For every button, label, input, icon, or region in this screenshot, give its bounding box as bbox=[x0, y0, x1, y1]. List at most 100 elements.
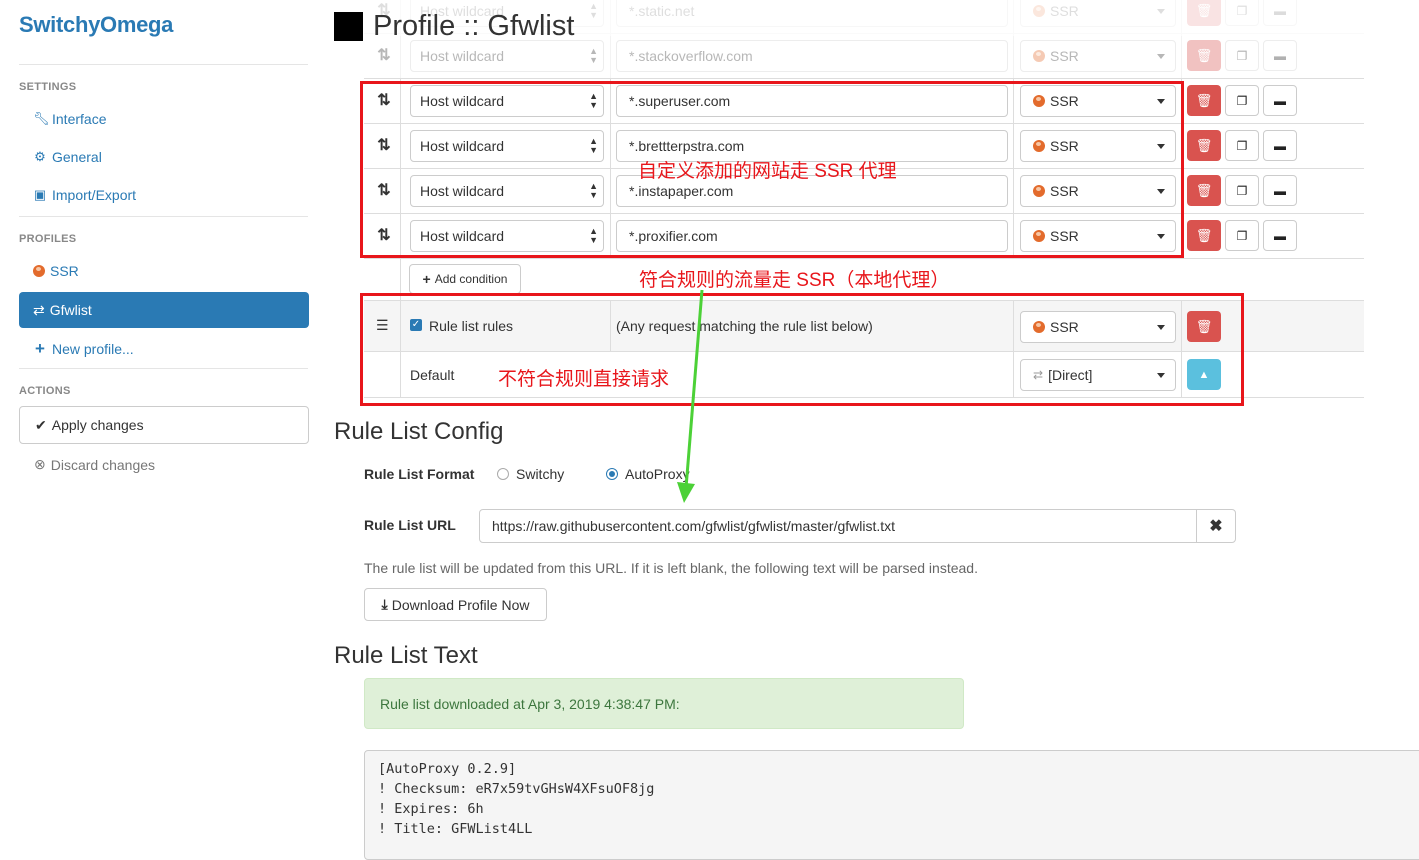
text-line: [AutoProxy 0.2.9] bbox=[378, 761, 517, 777]
page-title-text: Profile :: Gfwlist bbox=[373, 10, 575, 42]
profile-color-swatch[interactable] bbox=[334, 12, 363, 41]
clone-rule-button[interactable]: ❐ bbox=[1225, 85, 1259, 116]
sort-handle-icon[interactable]: ⇅ bbox=[372, 45, 396, 65]
delete-rule-button[interactable]: 🗑︎ bbox=[1187, 220, 1221, 251]
divider bbox=[364, 258, 1364, 259]
clone-rule-button[interactable]: ❐ bbox=[1225, 40, 1259, 71]
sidebar-item-general[interactable]: ⚙ General bbox=[33, 149, 102, 165]
format-autoproxy-label: AutoProxy bbox=[625, 466, 690, 482]
divider bbox=[19, 216, 308, 217]
profile-label: SSR bbox=[1050, 48, 1079, 64]
wrench-icon: 🔧︎ bbox=[33, 111, 50, 126]
delete-rule-button[interactable]: 🗑︎ bbox=[1187, 85, 1221, 116]
add-condition-button[interactable]: + Add condition bbox=[409, 264, 521, 294]
sidebar-item-interface[interactable]: 🔧︎ Interface bbox=[33, 111, 106, 127]
gear-icon: ⚙ bbox=[34, 149, 46, 164]
sidebar-item-label: New profile... bbox=[52, 341, 134, 357]
rule-list-url-input[interactable]: https://raw.githubusercontent.com/gfwlis… bbox=[479, 509, 1197, 543]
divider bbox=[19, 64, 308, 65]
text-line: ! Checksum: eR7x59tvGHsW4XFsuOF8jg bbox=[378, 781, 655, 797]
radio-selected-icon bbox=[606, 468, 618, 480]
download-icon: ⤓ bbox=[381, 596, 388, 612]
retweet-icon: ⇄ bbox=[33, 301, 45, 318]
rule-list-textarea[interactable]: [AutoProxy 0.2.9] ! Checksum: eR7x59tvGHs… bbox=[364, 750, 1419, 860]
rule-list-config-title: Rule List Config bbox=[334, 418, 504, 445]
settings-header: SETTINGS bbox=[19, 81, 77, 93]
close-icon: ✖ bbox=[1209, 518, 1223, 535]
annotation-matching-rules: 符合规则的流量走 SSR（本地代理） bbox=[639, 270, 950, 291]
comment-icon: ▬ bbox=[1274, 183, 1286, 198]
sidebar-item-label: Interface bbox=[52, 111, 107, 127]
rule-list-url-label: Rule List URL bbox=[364, 517, 456, 533]
sidebar-item-ssr[interactable]: SSR bbox=[33, 263, 79, 279]
sidebar-item-new-profile[interactable]: + New profile... bbox=[33, 339, 134, 359]
delete-rule-button[interactable]: 🗑︎ bbox=[1187, 40, 1221, 71]
pattern-value: *.stackoverflow.com bbox=[629, 48, 753, 64]
profiles-header: PROFILES bbox=[19, 233, 77, 245]
globe-icon bbox=[1033, 50, 1045, 62]
divider bbox=[1181, 34, 1182, 78]
comment-rule-button[interactable]: ▬ bbox=[1263, 40, 1297, 71]
comment-icon: ▬ bbox=[1274, 93, 1286, 108]
rule-list-format-label: Rule List Format bbox=[364, 466, 475, 482]
annotation-custom-rules: 自定义添加的网站走 SSR 代理 bbox=[638, 161, 897, 182]
copy-icon: ❐ bbox=[1236, 48, 1248, 63]
rule-profile-select[interactable]: SSR bbox=[1020, 40, 1176, 72]
brand-logo[interactable]: SwitchyOmega bbox=[19, 12, 173, 38]
divider bbox=[610, 34, 611, 78]
sidebar-item-import-export[interactable]: ▣ Import/Export bbox=[33, 187, 136, 203]
condition-type-label: Host wildcard bbox=[420, 48, 505, 64]
comment-rule-button[interactable]: ▬ bbox=[1263, 220, 1297, 251]
sidebar-item-label: Gfwlist bbox=[49, 302, 92, 318]
apply-changes-label: Apply changes bbox=[51, 417, 144, 433]
discard-changes-button[interactable]: ⊗ Discard changes bbox=[34, 456, 155, 473]
comment-icon: ▬ bbox=[1274, 48, 1286, 63]
trash-icon: 🗑︎ bbox=[1195, 47, 1213, 63]
clone-rule-button[interactable]: ❐ bbox=[1225, 220, 1259, 251]
delete-rule-button[interactable]: 🗑︎ bbox=[1187, 130, 1221, 161]
condition-pattern-input[interactable]: *.stackoverflow.com bbox=[616, 40, 1008, 72]
arrow-head bbox=[677, 482, 695, 503]
discard-changes-label: Discard changes bbox=[50, 456, 156, 473]
condition-type-select[interactable]: Host wildcard ▲▼ bbox=[410, 40, 604, 72]
clear-url-button[interactable]: ✖ bbox=[1196, 509, 1236, 543]
copy-icon: ❐ bbox=[1236, 183, 1248, 198]
trash-icon: 🗑︎ bbox=[1195, 137, 1213, 153]
text-line: ! Expires: 6h bbox=[378, 801, 484, 817]
format-autoproxy-radio[interactable]: AutoProxy bbox=[606, 466, 690, 482]
format-switchy-label: Switchy bbox=[516, 466, 565, 482]
sidebar-item-label: Import/Export bbox=[52, 187, 137, 203]
trash-icon: 🗑︎ bbox=[1195, 227, 1213, 243]
comment-rule-button[interactable]: ▬ bbox=[1263, 130, 1297, 161]
divider bbox=[19, 368, 308, 369]
check-circle-icon: ✔ bbox=[35, 416, 47, 433]
trash-icon: 🗑︎ bbox=[1195, 92, 1213, 108]
format-switchy-radio[interactable]: Switchy bbox=[497, 466, 564, 482]
download-status-alert: Rule list downloaded at Apr 3, 2019 4:38… bbox=[364, 678, 964, 729]
url-value: https://raw.githubusercontent.com/gfwlis… bbox=[492, 518, 896, 534]
clone-rule-button[interactable]: ❐ bbox=[1225, 175, 1259, 206]
comment-rule-button[interactable]: ▬ bbox=[1263, 85, 1297, 116]
annotation-box-rule-list bbox=[360, 293, 1244, 406]
globe-icon bbox=[33, 265, 45, 277]
caret-down-icon bbox=[1157, 54, 1165, 59]
rule-list-help-text: The rule list will be updated from this … bbox=[364, 560, 978, 576]
annotation-arrow bbox=[677, 289, 704, 503]
copy-icon: ❐ bbox=[1236, 138, 1248, 153]
comment-icon: ▬ bbox=[1274, 228, 1286, 243]
text-line: ! Title: GFWList4LL bbox=[378, 821, 533, 837]
page-title: Profile :: Gfwlist bbox=[334, 10, 574, 43]
updown-icon: ▲▼ bbox=[589, 46, 598, 65]
apply-changes-button[interactable]: ✔ Apply changes bbox=[19, 406, 309, 444]
plus-icon: + bbox=[35, 339, 45, 358]
download-profile-button[interactable]: ⤓ Download Profile Now bbox=[364, 588, 547, 621]
comment-rule-button[interactable]: ▬ bbox=[1263, 175, 1297, 206]
floppy-icon: ▣ bbox=[33, 187, 47, 202]
main-content: ⇅Host wildcard▲▼*.static.netSSR🗑︎❐▬⇅Host… bbox=[328, 0, 1419, 860]
actions-header: ACTIONS bbox=[19, 385, 71, 397]
divider bbox=[1013, 34, 1014, 78]
add-condition-label: Add condition bbox=[434, 272, 508, 286]
clone-rule-button[interactable]: ❐ bbox=[1225, 130, 1259, 161]
delete-rule-button[interactable]: 🗑︎ bbox=[1187, 175, 1221, 206]
sidebar-item-gfwlist[interactable]: ⇄ Gfwlist bbox=[19, 292, 309, 328]
